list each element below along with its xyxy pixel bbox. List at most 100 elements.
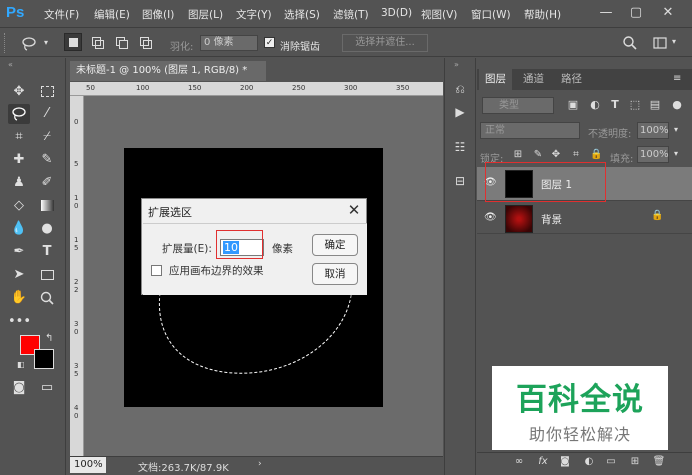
lasso-preset-icon[interactable]	[18, 34, 40, 54]
chevron-down-icon[interactable]: ▾	[674, 125, 678, 134]
filter-toggle-icon[interactable]: ●	[670, 98, 684, 112]
default-colors-icon[interactable]: ◧	[17, 360, 25, 369]
kind-filter-select[interactable]: 类型	[482, 97, 554, 114]
collapse-icon[interactable]: «	[8, 60, 13, 69]
fill-input[interactable]: 100%	[637, 146, 669, 163]
minimize-button[interactable]: —	[596, 4, 616, 22]
menu-file[interactable]: 文件(F)	[44, 7, 79, 22]
trash-icon[interactable]: 🗑	[652, 455, 666, 469]
subtract-selection-button[interactable]	[112, 33, 130, 51]
swap-colors-icon[interactable]: ↰	[45, 333, 53, 344]
menu-filter[interactable]: 滤镜(T)	[333, 7, 369, 22]
chevron-down-icon[interactable]: ▾	[674, 149, 678, 158]
lock-artboard-icon[interactable]: ⌗	[570, 148, 582, 162]
close-window-button[interactable]: ✕	[658, 4, 678, 22]
adjustment-filter-icon[interactable]: ◐	[588, 98, 602, 112]
ok-button[interactable]: 确定	[312, 234, 358, 256]
collapse-icon[interactable]: »	[454, 60, 459, 69]
marquee-tool-icon[interactable]	[36, 82, 58, 102]
lock-image-icon[interactable]: ✎	[532, 148, 544, 162]
type-tool-icon[interactable]: T	[36, 242, 58, 262]
actions-panel-icon[interactable]: ▶	[451, 103, 469, 121]
opacity-input[interactable]: 100%	[637, 122, 669, 139]
eye-icon[interactable]: 👁	[484, 211, 498, 225]
blend-mode-select[interactable]: 正常	[480, 122, 580, 139]
menu-3d[interactable]: 3D(D)	[381, 7, 412, 19]
crop-tool-icon[interactable]: ⌗	[8, 127, 30, 147]
workspace-icon[interactable]	[652, 35, 668, 51]
history-panel-icon[interactable]: ⎌	[451, 80, 469, 98]
menu-view[interactable]: 视图(V)	[421, 7, 457, 22]
shape-filter-icon[interactable]: ⬚	[628, 98, 642, 112]
properties-panel-icon[interactable]: ☷	[451, 138, 469, 156]
gradient-tool-icon[interactable]	[36, 196, 58, 216]
fx-icon[interactable]: fx	[536, 455, 550, 469]
cancel-button[interactable]: 取消	[312, 263, 358, 285]
adjustments-panel-icon[interactable]: ⊟	[451, 172, 469, 190]
menu-image[interactable]: 图像(I)	[142, 7, 174, 22]
eyedropper-tool-icon[interactable]: ⌿	[36, 127, 58, 147]
lock-transparent-icon[interactable]: ⊞	[512, 148, 524, 162]
close-icon[interactable]: ✕	[345, 201, 363, 219]
menu-layer[interactable]: 图层(L)	[188, 7, 223, 22]
intersect-selection-button[interactable]	[136, 33, 154, 51]
add-mask-icon[interactable]: ◙	[558, 455, 572, 469]
chevron-right-icon[interactable]: ›	[258, 459, 262, 469]
history-brush-tool-icon[interactable]: ✐	[36, 173, 58, 193]
clone-stamp-tool-icon[interactable]: ♟	[8, 173, 30, 193]
maximize-button[interactable]: ▢	[626, 4, 646, 22]
search-icon[interactable]	[622, 35, 638, 51]
magic-wand-tool-icon[interactable]: ⁄	[36, 104, 58, 124]
feather-input[interactable]: 0 像素	[200, 35, 258, 51]
menu-select[interactable]: 选择(S)	[284, 7, 320, 22]
ruler-label: 2	[74, 278, 79, 286]
tab-layers[interactable]: 图层	[479, 69, 512, 90]
eraser-tool-icon[interactable]: ◇	[8, 196, 30, 216]
brush-tool-icon[interactable]: ✎	[36, 150, 58, 170]
ruler-label: 3	[74, 320, 79, 328]
rectangle-tool-icon[interactable]	[36, 265, 58, 285]
more-tools-icon[interactable]: •••	[8, 312, 31, 332]
adjustment-layer-icon[interactable]: ◐	[582, 455, 596, 469]
healing-brush-tool-icon[interactable]: ✚	[8, 150, 30, 170]
zoom-tool-icon[interactable]	[36, 288, 58, 308]
select-and-mask-button[interactable]: 选择并遮住...	[342, 34, 428, 52]
menu-type[interactable]: 文字(Y)	[236, 7, 272, 22]
lock-position-icon[interactable]: ✥	[550, 148, 562, 162]
dodge-tool-icon[interactable]: ●	[36, 219, 58, 239]
ruler-label: 5	[74, 244, 79, 252]
menu-help[interactable]: 帮助(H)	[524, 7, 561, 22]
chevron-down-icon[interactable]: ▾	[44, 38, 48, 47]
quick-mask-icon[interactable]: ◙	[8, 378, 30, 398]
pen-tool-icon[interactable]: ✒	[8, 242, 30, 262]
lock-all-icon[interactable]: 🔒	[590, 148, 602, 162]
add-selection-button[interactable]	[88, 33, 106, 51]
ruler-label: 1	[74, 236, 79, 244]
group-icon[interactable]: ▭	[604, 455, 618, 469]
new-selection-button[interactable]	[64, 33, 82, 51]
tab-channels[interactable]: 通道	[517, 69, 550, 90]
menu-edit[interactable]: 编辑(E)	[94, 7, 130, 22]
link-layers-icon[interactable]: ∞	[512, 455, 526, 469]
path-selection-tool-icon[interactable]: ➤	[8, 265, 30, 285]
document-tab[interactable]: 未标题-1 @ 100% (图层 1, RGB/8) *	[70, 61, 266, 81]
new-layer-icon[interactable]: ⊞	[628, 455, 642, 469]
background-color-swatch[interactable]	[34, 349, 54, 369]
smart-object-filter-icon[interactable]: ▤	[648, 98, 662, 112]
chevron-down-icon[interactable]: ▾	[672, 37, 676, 46]
menu-window[interactable]: 窗口(W)	[471, 7, 511, 22]
antialias-checkbox[interactable]: ✓	[264, 37, 275, 48]
move-tool-icon[interactable]: ✥	[8, 82, 30, 102]
screen-mode-icon[interactable]: ▭	[36, 378, 58, 398]
type-filter-icon[interactable]: T	[608, 98, 622, 112]
layer-row[interactable]: 👁 背景 🔒	[477, 202, 692, 234]
pixel-filter-icon[interactable]: ▣	[566, 98, 580, 112]
lasso-tool-icon[interactable]	[8, 104, 30, 124]
canvas-edge-label: 应用画布边界的效果	[169, 265, 264, 277]
hand-tool-icon[interactable]: ✋	[8, 288, 30, 308]
panel-menu-icon[interactable]: ≡	[673, 73, 681, 84]
blur-tool-icon[interactable]: 💧	[8, 219, 30, 239]
canvas-edge-checkbox[interactable]	[151, 265, 162, 276]
tab-paths[interactable]: 路径	[555, 69, 588, 90]
zoom-field[interactable]: 100%	[70, 457, 106, 473]
